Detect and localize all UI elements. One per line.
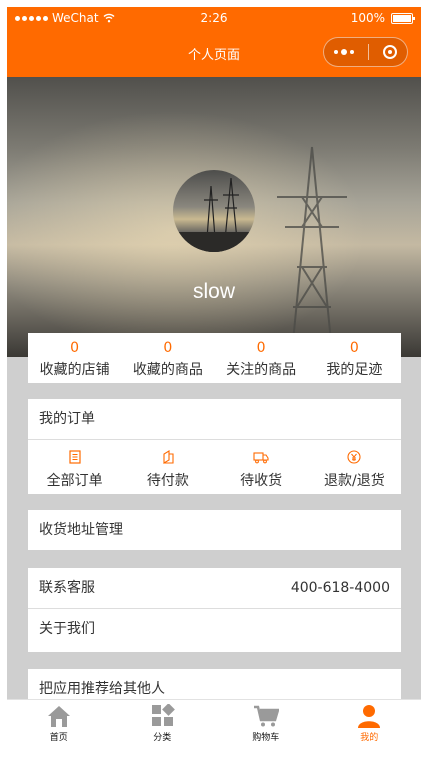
orders-title[interactable]: 我的订单 — [28, 399, 401, 440]
payment-icon — [163, 450, 174, 464]
stat-count: 0 — [349, 340, 359, 356]
tab-label: 我的 — [360, 733, 379, 743]
order-label: 退款/退货 — [324, 473, 385, 489]
avatar-tower-image — [173, 177, 255, 252]
stat-count: 0 — [256, 340, 266, 356]
tab-home[interactable]: 首页 — [7, 700, 111, 752]
battery-icon — [391, 12, 415, 24]
contact-phone[interactable]: 400-618-4000 — [291, 568, 390, 608]
stat-favorite-goods[interactable]: 0 收藏的商品 — [121, 333, 214, 383]
phone-screen: WeChat 2:26 100% 个人页面 slow 0 收藏的店铺 0 收藏的… — [7, 7, 421, 752]
tab-label: 购物车 — [252, 733, 280, 743]
contact-service-row[interactable]: 联系客服 400-618-4000 — [28, 568, 401, 608]
power-tower-background — [277, 146, 347, 353]
home-icon — [47, 706, 70, 727]
order-status-list: 全部订单 待付款 待收货 退款/退货 — [28, 440, 401, 494]
stat-label: 我的足迹 — [326, 362, 383, 378]
tab-label: 分类 — [153, 733, 172, 743]
order-label: 待付款 — [146, 473, 189, 489]
stats-panel: 0 收藏的店铺 0 收藏的商品 0 关注的商品 0 我的足迹 — [28, 333, 401, 383]
about-label: 关于我们 — [39, 621, 95, 637]
order-pending-payment[interactable]: 待付款 — [121, 440, 214, 494]
battery-area: 100% — [350, 11, 415, 25]
order-refund[interactable]: 退款/退货 — [308, 440, 401, 494]
address-panel: 收货地址管理 — [28, 510, 401, 550]
tab-label: 首页 — [49, 733, 68, 743]
stat-favorite-shops[interactable]: 0 收藏的店铺 — [28, 333, 121, 383]
category-icon — [152, 704, 176, 726]
order-label: 待收货 — [240, 473, 283, 489]
avatar[interactable] — [173, 170, 255, 252]
tab-bar: 首页 分类 购物车 我的 — [7, 699, 421, 752]
stat-count: 0 — [70, 340, 80, 356]
orders-panel: 我的订单 全部订单 待付款 待收货 退款/退货 — [28, 399, 401, 494]
address-management-row[interactable]: 收货地址管理 — [28, 510, 401, 550]
stat-label: 收藏的商品 — [132, 362, 203, 378]
cart-icon — [253, 705, 279, 727]
navigation-bar: 个人页面 — [7, 29, 421, 77]
document-icon — [69, 450, 81, 464]
tab-cart[interactable]: 购物车 — [214, 700, 318, 752]
tab-mine[interactable]: 我的 — [318, 700, 422, 752]
status-bar: WeChat 2:26 100% — [7, 7, 421, 29]
username: slow — [192, 280, 235, 303]
stat-count: 0 — [163, 340, 173, 356]
contact-label: 联系客服 — [39, 580, 95, 596]
stat-followed-goods[interactable]: 0 关注的商品 — [215, 333, 308, 383]
stat-label: 关注的商品 — [226, 362, 297, 378]
truck-icon — [253, 452, 269, 464]
about-us-row[interactable]: 关于我们 — [28, 608, 401, 649]
more-icon[interactable] — [334, 49, 354, 55]
tab-category[interactable]: 分类 — [111, 700, 215, 752]
address-label: 收货地址管理 — [39, 522, 123, 538]
refund-icon — [347, 450, 361, 464]
stat-footprint[interactable]: 0 我的足迹 — [308, 333, 401, 383]
contact-panel: 联系客服 400-618-4000 关于我们 — [28, 568, 401, 652]
user-icon — [358, 705, 381, 728]
order-label: 全部订单 — [46, 473, 103, 489]
order-all[interactable]: 全部订单 — [28, 440, 121, 494]
close-mini-program-icon[interactable] — [383, 45, 397, 59]
mini-program-capsule — [323, 37, 408, 67]
profile-header: slow — [7, 77, 421, 357]
order-pending-receipt[interactable]: 待收货 — [215, 440, 308, 494]
battery-percent: 100% — [350, 11, 385, 25]
capsule-divider — [368, 44, 369, 60]
stat-label: 收藏的店铺 — [39, 362, 110, 378]
